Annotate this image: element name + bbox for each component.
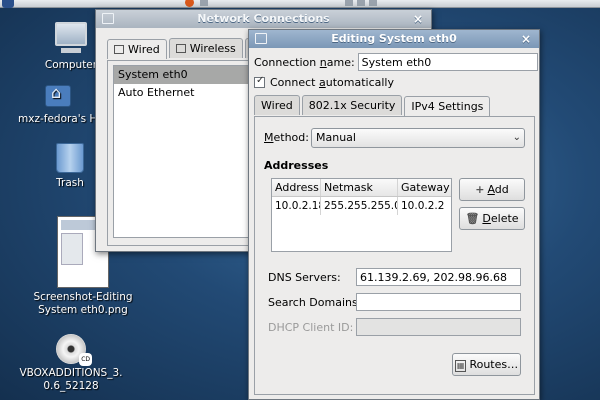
launcher-icon[interactable]	[345, 0, 353, 6]
column-header-address[interactable]: Address	[272, 179, 321, 196]
desktop-icon-label: System eth0.png	[38, 304, 128, 316]
desktop-icon-label: mxz-fedora's H	[18, 113, 98, 125]
desktop-icon-trash[interactable]: Trash	[42, 143, 98, 190]
launcher-icon[interactable]	[369, 0, 377, 6]
list-item[interactable]: System eth0	[114, 66, 262, 84]
desktop-icon-label: VBOXADDITIONS_3.	[19, 367, 123, 379]
trash-icon	[56, 143, 84, 173]
window-title: Editing System eth0	[331, 32, 457, 45]
routes-icon: ▦	[454, 360, 467, 372]
desktop-icon-label: Trash	[56, 177, 84, 189]
connection-name-row: Connection name:	[254, 53, 538, 71]
addresses-heading: Addresses	[264, 159, 329, 172]
window-titlebar[interactable]: Editing System eth0 ×	[249, 30, 539, 48]
tab-8021x-security[interactable]: 802.1x Security	[301, 95, 403, 115]
tab-wired[interactable]: Wired	[254, 95, 300, 115]
window-menu-icon[interactable]	[102, 13, 114, 24]
cd-disc-icon: CD	[56, 334, 92, 366]
add-address-button[interactable]: + Add	[459, 178, 525, 201]
dhcp-client-id-input	[356, 318, 521, 336]
close-icon[interactable]: ×	[521, 30, 531, 48]
auto-connect-row[interactable]: Connect automatically	[254, 75, 394, 89]
connection-name-label: Connection name:	[254, 55, 355, 69]
desktop-icon-label: Screenshot-Editing	[33, 291, 133, 303]
desktop-icon-vboxadditions[interactable]: CD VBOXADDITIONS_3. 0.6_52128	[16, 334, 126, 393]
method-value: Manual	[316, 131, 356, 144]
tab-label: Wired	[128, 43, 160, 56]
gateway-cell[interactable]: 10.0.2.2	[398, 197, 451, 215]
firefox-launcher-icon[interactable]	[185, 0, 194, 7]
dns-servers-input[interactable]	[356, 268, 521, 286]
editing-connection-window: Editing System eth0 × Connection name: C…	[248, 29, 540, 400]
column-header-netmask[interactable]: Netmask	[321, 179, 398, 196]
window-menu-icon[interactable]	[255, 33, 267, 44]
computer-icon	[55, 22, 87, 53]
tab-wired[interactable]: Wired	[107, 39, 167, 59]
top-panel	[0, 0, 600, 8]
window-title: Network Connections	[197, 12, 330, 25]
search-domains-input[interactable]	[356, 293, 521, 311]
auto-connect-checkbox[interactable]	[254, 75, 265, 88]
desktop-icon-label: 0.6_52128	[43, 380, 99, 392]
settings-tabs: Wired 802.1x Security IPv4 Settings	[254, 95, 492, 116]
chevron-down-icon: ⌄	[512, 132, 521, 143]
home-folder-icon	[45, 85, 71, 107]
netmask-cell[interactable]: 255.255.255.0	[321, 197, 398, 215]
wired-tab-panel: System eth0 Auto Ethernet	[107, 60, 267, 246]
tab-wireless[interactable]: Wireless	[168, 38, 243, 58]
wireless-icon	[175, 44, 186, 53]
search-domains-label: Search Domains:	[268, 296, 362, 309]
tab-ipv4-settings[interactable]: IPv4 Settings	[404, 96, 491, 116]
desktop-icon-computer[interactable]: Computer	[40, 22, 102, 72]
fedora-menu-icon[interactable]	[2, 0, 14, 8]
method-label: Method:	[264, 131, 309, 144]
method-dropdown[interactable]: Manual ⌄	[311, 128, 525, 148]
addresses-table[interactable]: Address Netmask Gateway 10.0.2.18 255.25…	[271, 178, 452, 252]
connection-list[interactable]: System eth0 Auto Ethernet	[113, 65, 263, 238]
connection-name-input[interactable]	[357, 53, 538, 71]
auto-connect-label: Connect automatically	[270, 76, 394, 89]
close-icon[interactable]: ×	[413, 10, 423, 28]
dns-servers-label: DNS Servers:	[268, 271, 341, 284]
tab-label: Wireless	[189, 42, 236, 55]
dhcp-client-id-label: DHCP Client ID:	[268, 321, 354, 334]
cd-badge: CD	[79, 353, 92, 366]
trash-icon: 🗑	[465, 212, 480, 225]
desktop-icon-home[interactable]: mxz-fedora's H	[18, 85, 98, 126]
delete-address-button[interactable]: 🗑 Delete	[459, 207, 525, 230]
desktop-icon-label: Computer	[44, 59, 98, 71]
routes-button[interactable]: ▦ Routes…	[452, 353, 521, 376]
list-item[interactable]: Auto Ethernet	[114, 84, 262, 102]
ipv4-settings-panel: Method: Manual ⌄ Addresses Address Netma…	[254, 116, 535, 395]
launcher-icon[interactable]	[200, 0, 208, 6]
window-titlebar[interactable]: Network Connections ×	[96, 10, 431, 28]
plus-icon: +	[475, 183, 485, 196]
wired-icon	[114, 45, 124, 54]
table-row[interactable]: 10.0.2.18 255.255.255.0 10.0.2.2	[272, 197, 451, 215]
address-cell[interactable]: 10.0.2.18	[272, 197, 321, 215]
table-header: Address Netmask Gateway	[272, 179, 451, 197]
column-header-gateway[interactable]: Gateway	[398, 179, 451, 196]
launcher-icon[interactable]	[357, 0, 365, 6]
